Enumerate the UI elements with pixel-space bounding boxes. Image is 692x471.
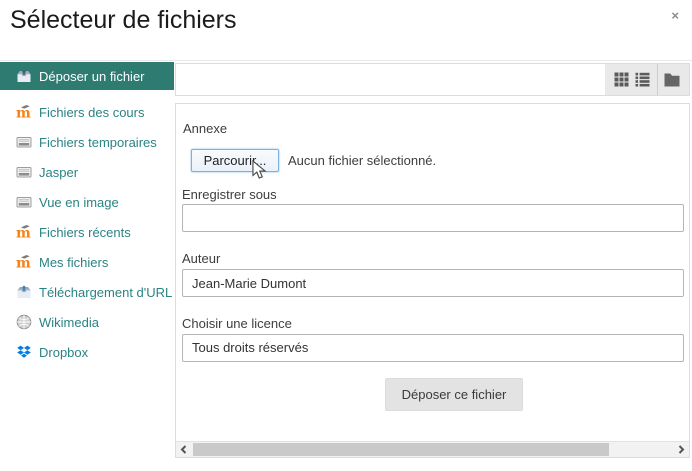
- horizontal-scrollbar[interactable]: [176, 441, 689, 457]
- window-icon: [16, 134, 32, 150]
- close-icon[interactable]: ×: [671, 9, 679, 22]
- sidebar-item-label: Fichiers temporaires: [39, 134, 157, 150]
- repository-sidebar: Déposer un fichier m Fichiers des cours …: [0, 62, 174, 367]
- sidebar-item-fichiers-recents[interactable]: m Fichiers récents: [0, 217, 174, 247]
- license-label: Choisir une licence: [182, 316, 292, 331]
- scroll-left-icon[interactable]: [178, 444, 190, 455]
- sidebar-item-mes-fichiers[interactable]: m Mes fichiers: [0, 247, 174, 277]
- sidebar-item-fichiers-temporaires[interactable]: Fichiers temporaires: [0, 127, 174, 157]
- sidebar-item-wikimedia[interactable]: Wikimedia: [0, 307, 174, 337]
- sidebar-item-telechargement-url[interactable]: Téléchargement d'URL: [0, 277, 174, 307]
- moodle-icon: m: [16, 104, 32, 120]
- window-icon: [16, 164, 32, 180]
- sidebar-item-label: Mes fichiers: [39, 254, 109, 270]
- header-divider: [0, 60, 692, 61]
- sidebar-item-label: Fichiers récents: [39, 224, 131, 240]
- file-picker-dialog: Sélecteur de fichiers × Déposer un fichi…: [0, 0, 692, 471]
- scrollbar-thumb[interactable]: [193, 443, 609, 456]
- sidebar-item-label: Vue en image: [39, 194, 119, 210]
- grid-view-icon[interactable]: [614, 72, 629, 87]
- author-label: Auteur: [182, 251, 221, 266]
- sidebar-item-label: Déposer un fichier: [39, 68, 145, 84]
- folder-icon[interactable]: [664, 73, 680, 87]
- attachment-label: Annexe: [183, 121, 228, 136]
- sidebar-item-jasper[interactable]: Jasper: [0, 157, 174, 187]
- moodle-icon: m: [16, 224, 32, 240]
- sidebar-item-label: Dropbox: [39, 344, 89, 360]
- sidebar-item-deposer-un-fichier[interactable]: Déposer un fichier: [0, 62, 174, 90]
- scroll-right-icon[interactable]: [675, 444, 687, 455]
- view-mode-group: [605, 64, 689, 95]
- sidebar-item-label: Jasper: [39, 164, 79, 180]
- list-view-icon[interactable]: [635, 72, 650, 87]
- license-select[interactable]: Tous droits réservés: [182, 334, 684, 362]
- dropbox-icon: [16, 344, 32, 360]
- no-file-selected-text: Aucun fichier sélectionné.: [288, 153, 437, 168]
- sidebar-item-label: Wikimedia: [39, 314, 99, 330]
- window-icon: [16, 194, 32, 210]
- upload-form-panel: Annexe Parcourir... Aucun fichier sélect…: [175, 103, 690, 458]
- author-input[interactable]: [182, 269, 684, 297]
- moodle-icon: m: [16, 254, 32, 270]
- upload-icon: [16, 284, 32, 300]
- page-title: Sélecteur de fichiers: [10, 6, 237, 34]
- sidebar-item-fichiers-des-cours[interactable]: m Fichiers des cours: [0, 97, 174, 127]
- sidebar-item-label: Fichiers des cours: [39, 104, 145, 120]
- save-as-label: Enregistrer sous: [182, 187, 277, 202]
- sidebar-item-vue-en-image[interactable]: Vue en image: [0, 187, 174, 217]
- toolbar-separator: [656, 64, 658, 95]
- filepicker-toolbar: [175, 63, 690, 96]
- wikimedia-icon: [16, 314, 32, 330]
- sidebar-item-label: Téléchargement d'URL: [39, 284, 173, 300]
- sidebar-item-dropbox[interactable]: Dropbox: [0, 337, 174, 367]
- upload-file-button[interactable]: Déposer ce fichier: [385, 378, 523, 411]
- browse-button[interactable]: Parcourir...: [191, 149, 279, 172]
- upload-icon: [16, 68, 32, 84]
- save-as-input[interactable]: [182, 204, 684, 232]
